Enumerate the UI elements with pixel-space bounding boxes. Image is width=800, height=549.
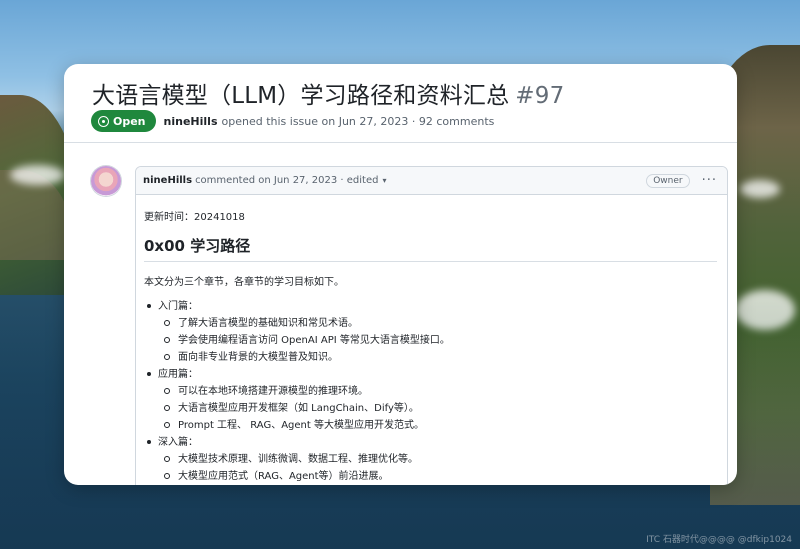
issue-title: 大语言模型（LLM）学习路径和资料汇总 #97	[92, 76, 564, 110]
comment-meta: commented on Jun 27, 2023 · edited	[195, 175, 379, 186]
issue-number[interactable]: #97	[515, 83, 564, 109]
header-divider	[64, 142, 737, 143]
avatar[interactable]	[91, 166, 121, 196]
comment-header: nineHills commented on Jun 27, 2023 · ed…	[136, 167, 727, 195]
list-item-label: 应用篇：	[158, 369, 198, 380]
list-item: Prompt 工程、 RAG、Agent 等大模型应用开发范式。	[158, 418, 717, 435]
background-cloud	[10, 165, 65, 185]
background-cloud	[740, 180, 780, 198]
kebab-menu-icon[interactable]: ···	[702, 173, 717, 188]
watermark-text: ITC 石器时代@@@@ @dfkip1024	[646, 535, 792, 545]
list-item: 应用篇： 可以在本地环境搭建开源模型的推理环境。 大语言模型应用开发框架（如 L…	[144, 367, 717, 435]
owner-badge: Owner	[646, 173, 690, 188]
issue-author-link[interactable]: nineHills	[164, 115, 218, 128]
learning-path-list: 入门篇： 了解大语言模型的基础知识和常见术语。 学会使用编程语言访问 OpenA…	[144, 299, 717, 485]
issue-meta: Open nineHills opened this issue on Jun …	[91, 110, 494, 132]
status-badge: Open	[91, 110, 156, 132]
heading-divider	[144, 261, 717, 262]
status-label: Open	[113, 114, 146, 128]
list-item: 深入篇： 大模型技术原理、训练微调、数据工程、推理优化等。 大模型应用范式（RA…	[144, 435, 717, 485]
issue-meta-text: opened this issue on Jun 27, 2023 · 92 c…	[221, 114, 495, 128]
list-item: 入门篇： 了解大语言模型的基础知识和常见术语。 学会使用编程语言访问 OpenA…	[144, 299, 717, 367]
list-item-label: 入门篇：	[158, 301, 198, 312]
updated-time: 更新时间：20241018	[144, 212, 245, 223]
list-item: 可以在本地环境搭建开源模型的推理环境。	[158, 384, 717, 401]
issue-title-text: 大语言模型（LLM）学习路径和资料汇总	[92, 83, 510, 109]
list-item: 大语言模型应用开发框架（如 LangChain、Dify等）。	[158, 401, 717, 418]
issue-opened-icon	[98, 115, 109, 127]
issue-card: 大语言模型（LLM）学习路径和资料汇总 #97 Open nineHills op…	[64, 64, 737, 485]
list-item: 大模型技术原理、训练微调、数据工程、推理优化等。	[158, 452, 717, 469]
list-item-label: 深入篇：	[158, 437, 198, 448]
comment: nineHills commented on Jun 27, 2023 · ed…	[135, 166, 728, 485]
list-item: 学会使用编程语言访问 OpenAI API 等常见大语言模型接口。	[158, 333, 717, 350]
list-item: 面向非专业背景的大模型普及知识。	[158, 350, 717, 367]
intro-text: 本文分为三个章节，各章节的学习目标如下。	[144, 277, 344, 288]
section-heading: 0x00 学习路径	[144, 237, 251, 255]
list-item: 大模型应用范式（RAG、Agent等）前沿进展。	[158, 469, 717, 485]
comment-author-link[interactable]: nineHills	[143, 175, 192, 186]
chevron-down-icon[interactable]: ▾	[382, 176, 386, 185]
list-item: 了解大语言模型的基础知识和常见术语。	[158, 316, 717, 333]
